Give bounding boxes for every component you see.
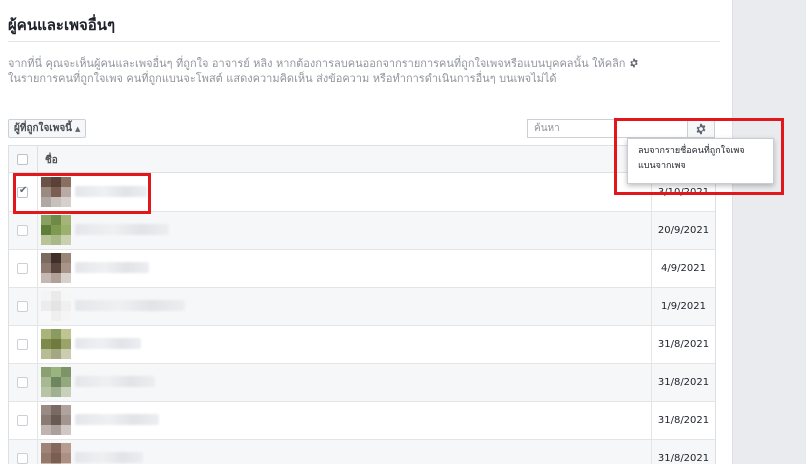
row-divider xyxy=(37,402,38,440)
table-row[interactable]: 31/8/2021 xyxy=(9,440,715,464)
avatar[interactable] xyxy=(41,405,71,435)
description-text-1: จากที่นี่ คุณจะเห็นผู้คนและเพจอื่นๆ ที่ถ… xyxy=(8,57,626,70)
row-date: 31/8/2021 xyxy=(657,377,710,388)
select-all-checkbox[interactable] xyxy=(17,154,28,165)
row-checkbox[interactable] xyxy=(17,301,28,312)
updown-arrows-icon: ▲︎ xyxy=(75,124,81,133)
row-divider xyxy=(37,440,38,464)
row-date: 20/9/2021 xyxy=(657,225,710,236)
row-date: 31/8/2021 xyxy=(657,415,710,426)
table-row[interactable]: ✔ 3/10/2021 xyxy=(9,174,715,212)
name-placeholder[interactable] xyxy=(75,300,185,311)
search-input[interactable] xyxy=(527,119,687,138)
gear-icon xyxy=(696,123,706,134)
description: จากที่นี่ คุณจะเห็นผู้คนและเพจอื่นๆ ที่ถ… xyxy=(8,56,720,86)
row-checkbox[interactable] xyxy=(17,225,28,236)
avatar[interactable] xyxy=(41,215,71,245)
avatar[interactable] xyxy=(41,177,71,207)
row-date: 4/9/2021 xyxy=(661,263,706,274)
header-divider xyxy=(37,146,38,173)
avatar[interactable] xyxy=(41,253,71,283)
people-table: ชื่อ ✔ 3/10/2021 20/9/2021 4/9/2021 1/9/2021… xyxy=(8,145,716,464)
checkmark-icon: ✔ xyxy=(19,185,28,196)
avatar[interactable] xyxy=(41,329,71,359)
column-header-name: ชื่อ xyxy=(45,155,58,166)
name-placeholder[interactable] xyxy=(75,224,169,235)
description-line-2: ในรายการคนที่ถูกใจเพจ คนที่ถูกแบนจะโพสต์… xyxy=(8,72,557,85)
settings-gear-button[interactable] xyxy=(687,119,715,138)
row-checkbox[interactable]: ✔ xyxy=(17,185,28,198)
row-date: 31/8/2021 xyxy=(657,339,710,350)
title-divider xyxy=(8,41,720,42)
name-placeholder[interactable] xyxy=(75,414,159,425)
table-row[interactable]: 20/9/2021 xyxy=(9,212,715,250)
row-divider xyxy=(37,174,38,212)
name-placeholder[interactable] xyxy=(75,186,147,197)
table-row[interactable]: 4/9/2021 xyxy=(9,250,715,288)
row-divider xyxy=(37,212,38,250)
row-date: 31/8/2021 xyxy=(657,453,710,464)
table-row[interactable]: 1/9/2021 xyxy=(9,288,715,326)
filter-dropdown-label: ผู้ที่ถูกใจเพจนี้ xyxy=(14,123,73,134)
menu-item-remove-from-likes[interactable]: ลบจากรายชื่อคนที่ถูกใจเพจ xyxy=(638,144,773,159)
row-date: 1/9/2021 xyxy=(661,301,706,312)
row-checkbox[interactable] xyxy=(17,263,28,274)
avatar[interactable] xyxy=(41,367,71,397)
row-divider xyxy=(37,288,38,326)
table-row[interactable]: 31/8/2021 xyxy=(9,326,715,364)
gear-icon xyxy=(630,58,638,68)
page-title: ผู้คนและเพจอื่นๆ xyxy=(8,16,116,34)
avatar[interactable] xyxy=(41,291,71,321)
row-checkbox[interactable] xyxy=(17,415,28,426)
description-line-1: จากที่นี่ คุณจะเห็นผู้คนและเพจอื่นๆ ที่ถ… xyxy=(8,56,720,71)
menu-item-ban-from-page[interactable]: แบนจากเพจ xyxy=(638,159,773,174)
table-header: ชื่อ xyxy=(9,146,715,173)
row-checkbox[interactable] xyxy=(17,377,28,388)
name-placeholder[interactable] xyxy=(75,262,149,273)
row-checkbox[interactable] xyxy=(17,339,28,350)
avatar[interactable] xyxy=(41,443,71,464)
name-placeholder[interactable] xyxy=(75,452,143,463)
right-gutter xyxy=(732,0,806,464)
row-divider xyxy=(37,364,38,402)
page: ผู้คนและเพจอื่นๆ จากที่นี่ คุณจะเห็นผู้ค… xyxy=(0,0,806,464)
name-placeholder[interactable] xyxy=(75,376,155,387)
row-divider xyxy=(37,326,38,364)
table-row[interactable]: 31/8/2021 xyxy=(9,364,715,402)
filter-dropdown[interactable]: ผู้ที่ถูกใจเพจนี้ ▲︎ xyxy=(8,119,87,138)
name-placeholder[interactable] xyxy=(75,338,141,349)
row-checkbox[interactable] xyxy=(17,453,28,464)
row-actions-menu: ลบจากรายชื่อคนที่ถูกใจเพจ แบนจากเพจ xyxy=(627,138,774,184)
table-row[interactable]: 31/8/2021 xyxy=(9,402,715,440)
row-divider xyxy=(37,250,38,288)
